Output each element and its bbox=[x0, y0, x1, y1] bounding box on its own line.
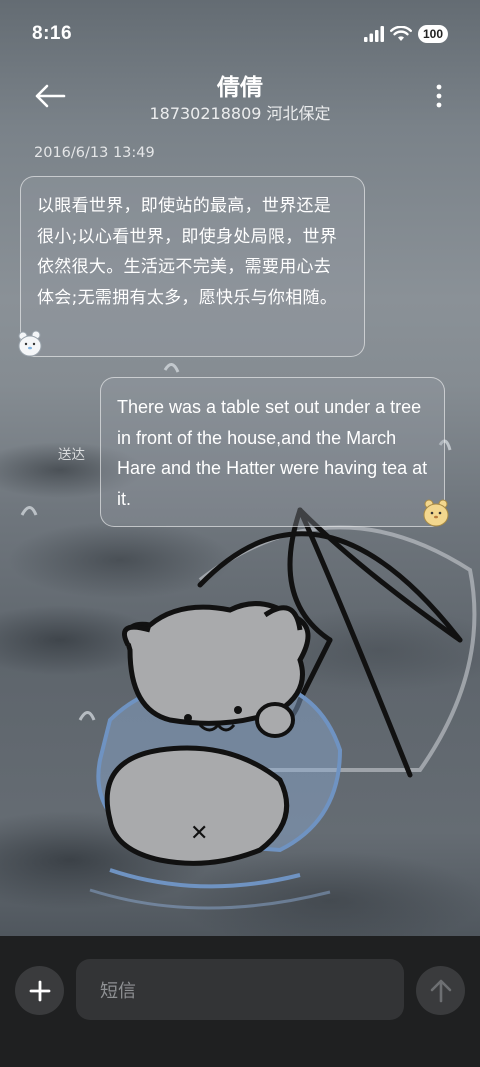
status-time: 8:16 bbox=[32, 23, 73, 44]
message-input[interactable]: 短信 bbox=[76, 959, 404, 1020]
status-icons: 100 bbox=[363, 25, 448, 43]
arrow-up-icon bbox=[430, 979, 451, 1002]
more-vertical-icon bbox=[436, 84, 442, 108]
plus-icon bbox=[29, 980, 50, 1001]
add-attachment-button[interactable] bbox=[15, 966, 64, 1015]
more-options-button[interactable] bbox=[428, 78, 450, 114]
outgoing-message-text: There was a table set out under a tree i… bbox=[117, 397, 428, 509]
conversation-header: 倩倩 18730218809 河北保定 bbox=[0, 62, 480, 132]
incoming-message-text: 以眼看世界，即使站的最高，世界还是很小;以心看世界，即使身处局限，世界依然很大。… bbox=[37, 196, 338, 308]
send-button[interactable] bbox=[416, 966, 465, 1015]
signal-icon bbox=[363, 26, 384, 42]
outgoing-message-bubble[interactable]: There was a table set out under a tree i… bbox=[100, 377, 445, 527]
contact-name: 倩倩 bbox=[217, 75, 263, 101]
contact-subtitle: 18730218809 河北保定 bbox=[149, 104, 331, 123]
wifi-icon bbox=[389, 26, 412, 41]
incoming-message-bubble[interactable]: 以眼看世界，即使站的最高，世界还是很小;以心看世界，即使身处局限，世界依然很大。… bbox=[20, 176, 365, 357]
composer-bar: 短信 bbox=[0, 936, 480, 1067]
message-input-placeholder: 短信 bbox=[100, 980, 136, 1002]
bear-sticker-icon bbox=[423, 499, 449, 527]
status-bar: 8:16 100 bbox=[0, 0, 480, 68]
bear-sticker-icon bbox=[18, 330, 42, 357]
message-timestamp: 2016/6/13 13:49 bbox=[34, 145, 155, 161]
battery-icon: 100 bbox=[417, 25, 448, 43]
delivery-status: 送达 bbox=[58, 447, 85, 463]
